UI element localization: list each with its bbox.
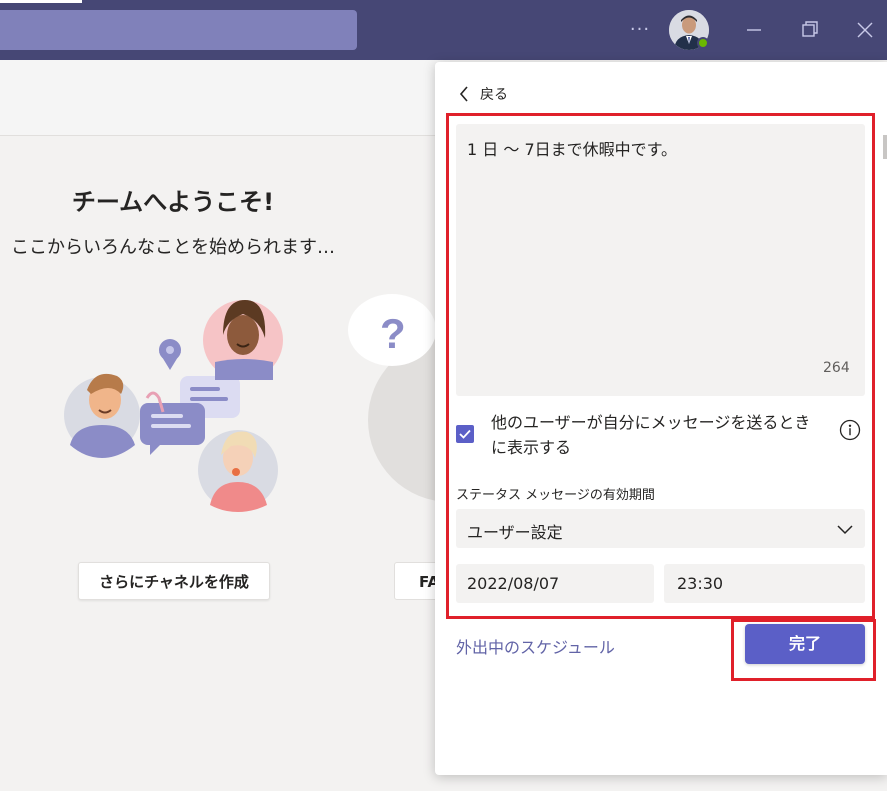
create-channel-button[interactable]: さらにチャネルを作成 [78, 562, 270, 600]
title-bar-strip [0, 0, 82, 3]
done-button[interactable]: 完了 [745, 624, 865, 664]
chevron-down-icon [835, 519, 855, 539]
char-count: 264 [823, 360, 850, 376]
svg-text:?: ? [380, 310, 406, 357]
back-label: 戻る [480, 87, 508, 103]
scrollbar-thumb[interactable] [883, 135, 887, 159]
more-icon[interactable]: ··· [628, 18, 652, 42]
team-people-illustration [55, 290, 295, 520]
back-button[interactable]: 戻る [458, 84, 508, 104]
show-to-others-checkbox[interactable] [456, 425, 474, 443]
status-message-input[interactable] [456, 124, 865, 396]
minimize-icon[interactable] [740, 16, 768, 44]
welcome-title: チームへようこそ! [71, 188, 275, 216]
chevron-left-icon [459, 86, 468, 102]
question-illustration: ? [340, 290, 532, 510]
info-icon[interactable] [839, 419, 861, 441]
title-bar: ··· [0, 0, 887, 60]
out-of-office-schedule-link[interactable]: 外出中のスケジュール [456, 634, 615, 658]
time-value: 23:30 [677, 574, 724, 593]
search-input[interactable] [0, 10, 357, 50]
welcome-subtitle: ここからいろんなことを始められます… [11, 237, 335, 258]
show-to-others-label: 他のユーザーが自分にメッセージを送るときに表示する [491, 413, 811, 457]
maximize-icon[interactable] [796, 16, 824, 44]
expiry-label: ステータス メッセージの有効期間 [456, 488, 655, 503]
close-icon[interactable] [851, 16, 879, 44]
expiry-dropdown-value: ユーザー設定 [467, 523, 563, 542]
date-value: 2022/08/07 [467, 574, 560, 593]
status-message-text: 1 日 ～ 7日まで休暇中です。 [467, 140, 678, 159]
checkmark-icon [459, 429, 471, 439]
presence-available-icon [697, 37, 709, 49]
content-header-bar [0, 60, 450, 136]
